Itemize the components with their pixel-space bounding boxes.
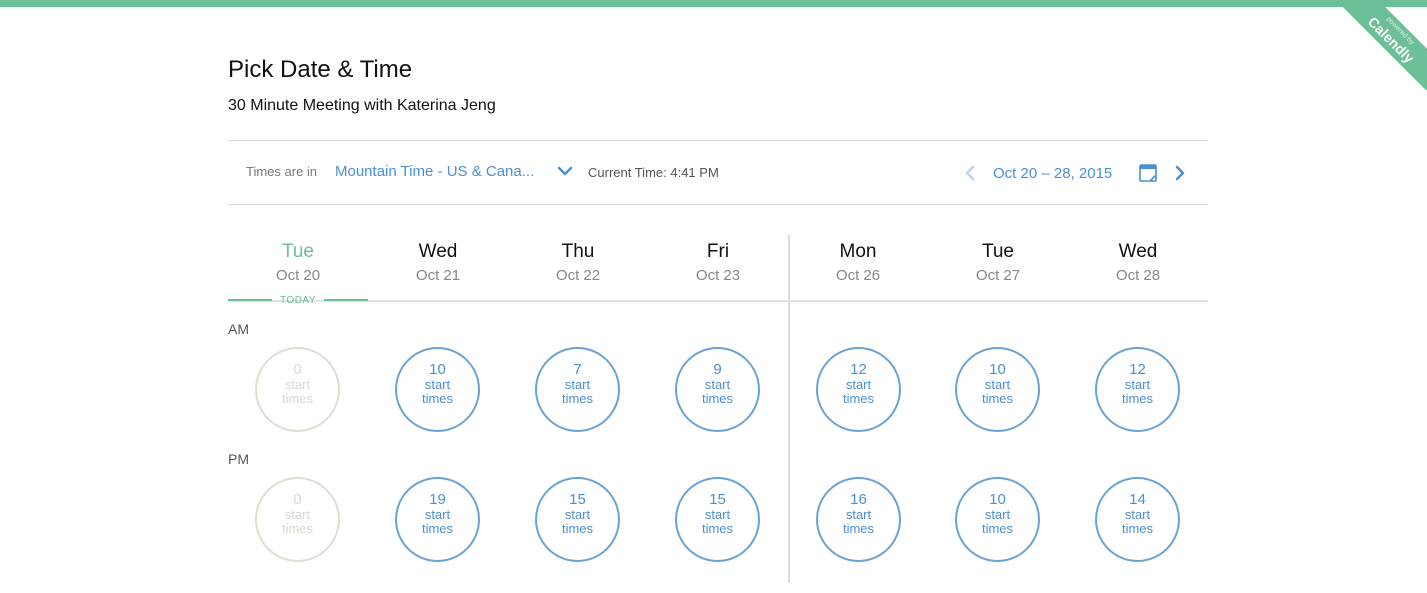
slot-unit: start (424, 507, 451, 522)
slot-count: 12 (850, 361, 867, 378)
pm-slot-button[interactable]: 10 start times (955, 477, 1040, 562)
pm-slot-button[interactable]: 14 start times (1095, 477, 1180, 562)
today-indicator-line (324, 299, 368, 301)
pm-slot-button: 0 start times (255, 477, 340, 562)
current-time: Current Time: 4:41 PM (588, 165, 719, 180)
day-date: Oct 20 (275, 267, 321, 284)
header-divider (228, 300, 1208, 302)
day-header-3: Fri Oct 23 (648, 240, 788, 287)
slot-unit: times (981, 391, 1014, 406)
day-header-6: Wed Oct 28 (1068, 240, 1208, 287)
divider (228, 204, 1208, 205)
am-slot-button: 0 start times (255, 347, 340, 432)
slot-unit: times (1121, 521, 1154, 536)
slot-unit: times (281, 521, 314, 536)
slot-count: 10 (989, 491, 1006, 508)
slot-unit: times (421, 521, 454, 536)
slot-count: 19 (429, 491, 446, 508)
divider (228, 140, 1208, 141)
day-date: Oct 28 (1115, 267, 1161, 284)
powered-by-ribbon[interactable]: powered by Calendly (1337, 0, 1427, 90)
slot-unit: times (842, 391, 875, 406)
pm-label: PM (228, 451, 249, 467)
event-subtitle: 30 Minute Meeting with Katerina Jeng (228, 97, 496, 114)
timezone-label: Times are in (246, 164, 318, 179)
timezone-selector[interactable]: Mountain Time - US & Cana... (335, 163, 534, 180)
day-date: Oct 26 (835, 267, 881, 284)
slot-unit: start (845, 507, 872, 522)
am-slot-button[interactable]: 10 start times (395, 347, 480, 432)
day-name: Fri (706, 241, 730, 262)
slot-unit: times (561, 521, 594, 536)
top-accent-bar (0, 0, 1427, 7)
day-name: Tue (281, 241, 315, 262)
slot-unit: start (424, 377, 451, 392)
am-label: AM (228, 321, 249, 337)
slot-count: 12 (1129, 361, 1146, 378)
day-header-5: Tue Oct 27 (928, 240, 1068, 287)
am-slot-button[interactable]: 7 start times (535, 347, 620, 432)
slot-count: 10 (989, 361, 1006, 378)
slot-count: 0 (293, 361, 302, 378)
today-indicator-line (228, 299, 272, 301)
slot-unit: times (981, 521, 1014, 536)
am-slot-button[interactable]: 9 start times (675, 347, 760, 432)
slot-unit: start (845, 377, 872, 392)
pm-slot-button[interactable]: 19 start times (395, 477, 480, 562)
slot-count: 10 (429, 361, 446, 378)
am-slot-button[interactable]: 10 start times (955, 347, 1040, 432)
pm-slot-button[interactable]: 16 start times (816, 477, 901, 562)
day-date: Oct 23 (695, 267, 741, 284)
day-name: Thu (561, 241, 595, 262)
slot-count: 0 (293, 491, 302, 508)
slot-unit: start (984, 377, 1011, 392)
slot-unit: times (701, 521, 734, 536)
today-label: TODAY (279, 295, 317, 306)
slot-count: 14 (1129, 491, 1146, 508)
am-slot-button[interactable]: 12 start times (1095, 347, 1180, 432)
slot-unit: times (842, 521, 875, 536)
pm-slot-button[interactable]: 15 start times (535, 477, 620, 562)
slot-count: 16 (850, 491, 867, 508)
chevron-right-icon[interactable] (1173, 164, 1187, 182)
slot-count: 15 (569, 491, 586, 508)
date-range: Oct 20 – 28, 2015 (993, 165, 1113, 182)
day-header-2: Thu Oct 22 (508, 240, 648, 287)
chevron-down-icon[interactable] (556, 164, 574, 178)
day-name: Wed (418, 241, 458, 262)
slot-unit: start (284, 377, 311, 392)
slot-unit: start (1124, 507, 1151, 522)
pm-slot-button[interactable]: 15 start times (675, 477, 760, 562)
slot-unit: start (984, 507, 1011, 522)
slot-unit: start (284, 507, 311, 522)
slot-count: 15 (709, 491, 726, 508)
slot-count: 9 (713, 361, 722, 378)
slot-unit: start (704, 507, 731, 522)
slot-unit: times (561, 391, 594, 406)
am-slot-button[interactable]: 12 start times (816, 347, 901, 432)
slot-unit: start (564, 507, 591, 522)
slot-count: 7 (573, 361, 582, 378)
slot-unit: times (1121, 391, 1154, 406)
day-header-4: Mon Oct 26 (788, 240, 928, 287)
slot-unit: times (701, 391, 734, 406)
week-divider (788, 235, 790, 583)
day-date: Oct 21 (415, 267, 461, 284)
day-header-1: Wed Oct 21 (368, 240, 508, 287)
slot-unit: times (281, 391, 314, 406)
calendar-icon[interactable] (1138, 163, 1158, 183)
day-name: Wed (1118, 241, 1158, 262)
day-name: Mon (839, 241, 877, 262)
page-title: Pick Date & Time (228, 56, 413, 83)
day-date: Oct 22 (555, 267, 601, 284)
day-date: Oct 27 (975, 267, 1021, 284)
chevron-left-icon[interactable] (963, 164, 977, 182)
slot-unit: start (1124, 377, 1151, 392)
slot-unit: times (421, 391, 454, 406)
day-header-0: Tue Oct 20 (228, 240, 368, 287)
slot-unit: start (564, 377, 591, 392)
day-name: Tue (981, 241, 1015, 262)
slot-unit: start (704, 377, 731, 392)
